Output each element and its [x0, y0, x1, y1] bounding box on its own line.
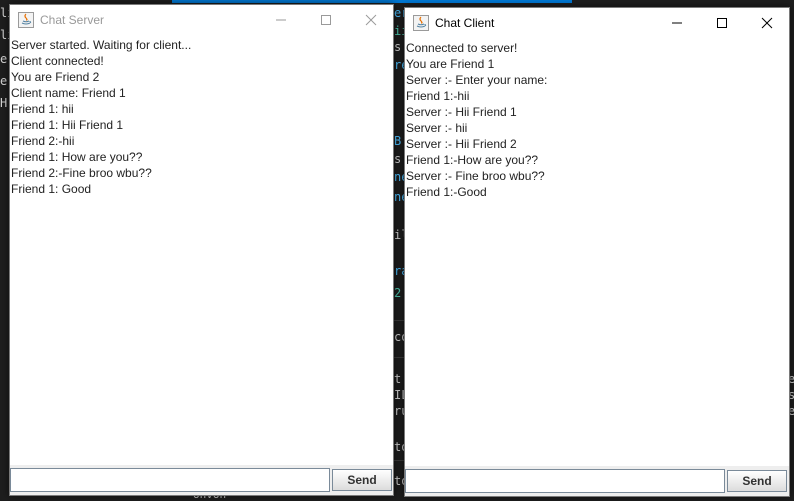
server-input-row: Send — [10, 465, 393, 495]
chat-message: Connected to server! — [406, 41, 518, 55]
chat-message: Friend 1:-hii — [406, 89, 470, 103]
maximize-icon — [716, 18, 727, 28]
chat-message: Server started. Waiting for client... — [11, 38, 192, 52]
minimize-button[interactable] — [654, 8, 699, 38]
chat-message: Server :- hii — [406, 121, 468, 135]
ide-code-fragment: H — [0, 96, 8, 110]
chat-message: Friend 1: Good — [11, 182, 92, 196]
minimize-icon — [671, 22, 682, 24]
window-title: Chat Client — [435, 16, 495, 30]
ide-code-fragment: t — [394, 372, 402, 386]
message-input[interactable] — [405, 469, 725, 493]
client-titlebar[interactable]: Chat Client — [405, 8, 789, 38]
chat-message: Friend 1: Hii Friend 1 — [11, 118, 124, 132]
chat-server-window: Chat Server Server started. Waiting for … — [9, 4, 394, 496]
chat-message: Client connected! — [11, 54, 104, 68]
chat-message: Friend 1:-Good — [406, 185, 487, 199]
chat-message: Friend 1:-How are you?? — [406, 153, 539, 167]
chat-message: Server :- Enter your name: — [406, 73, 548, 87]
chat-message: Friend 1: hii — [11, 102, 74, 116]
java-app-icon — [18, 12, 34, 28]
chat-message: You are Friend 2 — [11, 70, 100, 84]
chat-message: You are Friend 1 — [406, 57, 495, 71]
chat-message: Server :- Hii Friend 2 — [406, 137, 517, 151]
server-titlebar[interactable]: Chat Server — [10, 5, 393, 35]
send-button[interactable]: Send — [332, 469, 392, 491]
client-chat-area[interactable]: Connected to server! You are Friend 1 Se… — [405, 38, 789, 468]
maximize-icon — [320, 15, 331, 25]
maximize-button[interactable] — [699, 8, 744, 38]
close-button[interactable] — [744, 8, 789, 38]
minimize-button[interactable] — [258, 5, 303, 35]
ide-code-fragment: s — [394, 152, 402, 166]
close-icon — [761, 17, 772, 29]
maximize-button[interactable] — [303, 5, 348, 35]
message-input[interactable] — [10, 468, 330, 492]
chat-message: Server :- Hii Friend 1 — [406, 105, 517, 119]
chat-message: Client name: Friend 1 — [11, 86, 126, 100]
minimize-icon — [275, 19, 286, 21]
java-app-icon — [413, 15, 429, 31]
window-title: Chat Server — [40, 13, 105, 27]
close-button[interactable] — [348, 5, 393, 35]
send-button[interactable]: Send — [727, 470, 787, 492]
client-input-row: Send — [405, 466, 789, 496]
ide-code-fragment: B — [394, 134, 402, 148]
ide-code-fragment: 2 — [394, 286, 402, 300]
chat-message: Server :- Fine broo wbu?? — [406, 169, 545, 183]
chat-message: Friend 1: How are you?? — [11, 150, 143, 164]
ide-code-fragment: s — [394, 40, 402, 54]
server-chat-area[interactable]: Server started. Waiting for client... Cl… — [10, 35, 393, 467]
close-icon — [365, 14, 376, 26]
chat-client-window: Chat Client Connected to server! You are… — [404, 7, 790, 497]
ide-accent-bar — [172, 0, 572, 3]
chat-message: Friend 2:-hii — [11, 134, 75, 148]
chat-message: Friend 2:-Fine broo wbu?? — [11, 166, 152, 180]
